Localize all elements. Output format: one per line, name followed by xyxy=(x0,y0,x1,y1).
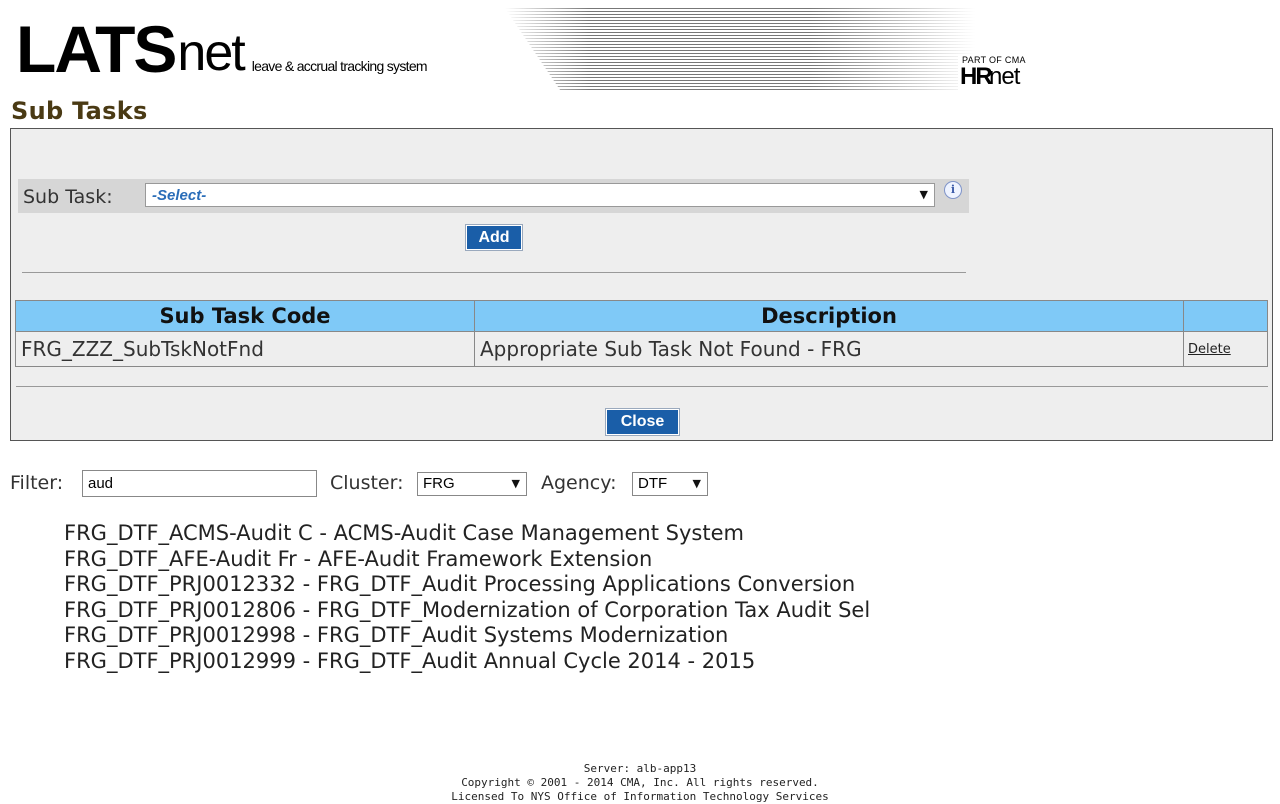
list-item[interactable]: FRG_DTF_PRJ0012999 - FRG_DTF_Audit Annua… xyxy=(64,649,870,675)
cell-sub-task-code: FRG_ZZZ_SubTskNotFnd xyxy=(15,331,475,367)
column-header-action xyxy=(1183,300,1268,332)
sub-task-select[interactable]: -Select- ▼ xyxy=(145,183,935,207)
filter-input-value: aud xyxy=(88,475,114,492)
sub-task-label: Sub Task: xyxy=(23,186,113,208)
filter-results-list: FRG_DTF_ACMS-Audit C - ACMS-Audit Case M… xyxy=(64,521,870,675)
table-row: FRG_ZZZ_SubTskNotFnd Appropriate Sub Tas… xyxy=(15,331,1268,367)
divider xyxy=(16,386,1268,387)
filter-bar: Filter: aud Cluster: FRG ▼ Agency: DTF ▼ xyxy=(10,470,810,500)
divider xyxy=(22,272,966,273)
list-item[interactable]: FRG_DTF_PRJ0012332 - FRG_DTF_Audit Proce… xyxy=(64,572,870,598)
logo-tagline: leave & accrual tracking system xyxy=(251,58,428,74)
list-item[interactable]: FRG_DTF_ACMS-Audit C - ACMS-Audit Case M… xyxy=(64,521,870,547)
table-header-row: Sub Task Code Description xyxy=(15,300,1268,332)
app-header: LATSnet leave & accrual tracking system P… xyxy=(0,0,1280,100)
sub-task-table: Sub Task Code Description FRG_ZZZ_SubTsk… xyxy=(15,300,1268,367)
close-button[interactable]: Close xyxy=(605,408,680,436)
footer-server: Server: alb-app13 xyxy=(583,762,697,775)
cell-description: Appropriate Sub Task Not Found - FRG xyxy=(474,331,1184,367)
add-button[interactable]: Add xyxy=(465,224,523,251)
hrnet-hr: HR xyxy=(960,63,993,90)
footer-copyright: Copyright © 2001 - 2014 CMA, Inc. All ri… xyxy=(461,776,819,789)
logo-net: net xyxy=(177,24,245,82)
sub-task-selected-value: -Select- xyxy=(152,187,207,204)
filter-label: Filter: xyxy=(10,472,64,494)
dropdown-arrow-icon: ▼ xyxy=(919,188,928,201)
list-item[interactable]: FRG_DTF_AFE-Audit Fr - AFE-Audit Framewo… xyxy=(64,547,870,573)
cluster-selected-value: FRG xyxy=(423,475,455,492)
footer-licensed: Licensed To NYS Office of Information Te… xyxy=(451,790,829,803)
column-header-description: Description xyxy=(474,300,1184,332)
list-item[interactable]: FRG_DTF_PRJ0012806 - FRG_DTF_Modernizati… xyxy=(64,598,870,624)
info-icon[interactable]: i xyxy=(944,181,962,199)
list-item[interactable]: FRG_DTF_PRJ0012998 - FRG_DTF_Audit Syste… xyxy=(64,623,870,649)
cluster-select[interactable]: FRG ▼ xyxy=(417,472,527,496)
agency-select[interactable]: DTF ▼ xyxy=(632,472,708,496)
header-stripes-graphic xyxy=(505,8,975,92)
hrnet-logo: PART OF CMA HR net xyxy=(958,55,1068,95)
hrnet-net: net xyxy=(989,63,1020,90)
page-title: Sub Tasks xyxy=(11,97,148,125)
latsnet-logo: LATSnet leave & accrual tracking system xyxy=(16,12,428,86)
logo-lats: LATS xyxy=(16,12,177,86)
dropdown-arrow-icon: ▼ xyxy=(692,477,701,490)
sub-tasks-panel: Sub Task: -Select- ▼ i Add Sub Task Code… xyxy=(10,128,1273,441)
dropdown-arrow-icon: ▼ xyxy=(511,477,520,490)
agency-selected-value: DTF xyxy=(638,475,668,492)
delete-link[interactable]: Delete xyxy=(1188,342,1231,357)
agency-label: Agency: xyxy=(541,472,617,494)
sub-task-row: Sub Task: -Select- ▼ i xyxy=(18,179,969,213)
footer: Server: alb-app13 Copyright © 2001 - 201… xyxy=(0,762,1280,804)
filter-input[interactable]: aud xyxy=(82,470,317,497)
cluster-label: Cluster: xyxy=(330,472,404,494)
column-header-code: Sub Task Code xyxy=(15,300,475,332)
